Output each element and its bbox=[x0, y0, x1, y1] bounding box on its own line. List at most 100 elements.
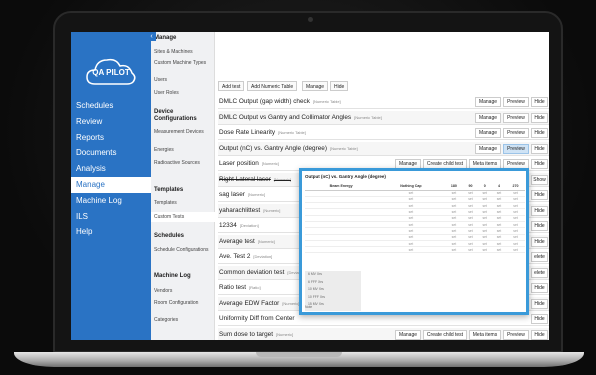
hide-button[interactable]: Hide bbox=[531, 159, 548, 169]
submenu-item-users[interactable]: Users bbox=[154, 77, 214, 83]
preview-button[interactable]: Preview bbox=[503, 329, 529, 340]
submenu-section-device-configurations: Device Configurations bbox=[154, 109, 197, 122]
test-type: [Deviation] bbox=[253, 254, 273, 259]
test-name[interactable]: Average EDW Factor [Numeric] bbox=[219, 300, 299, 307]
hide-button[interactable]: Hide bbox=[531, 205, 548, 216]
test-row: DMLC Output (gap width) check [Numeric Ta… bbox=[218, 95, 549, 109]
test-row: Output (nC) vs. Gantry Angle (degree) [Nu… bbox=[218, 141, 549, 156]
preview-button[interactable]: Preview bbox=[503, 128, 529, 138]
test-type: [Deviation] bbox=[239, 223, 259, 228]
hide-button[interactable]: Hide bbox=[531, 298, 548, 309]
test-name[interactable]: Uniformity Diff from Center bbox=[219, 315, 295, 322]
test-name[interactable]: Average test [Numeric] bbox=[219, 238, 275, 245]
submenu-item-custom-tests[interactable]: Custom Tests bbox=[151, 212, 215, 222]
preview-footer: Note bbox=[305, 305, 313, 309]
submenu-item-energies[interactable]: Energies bbox=[154, 147, 214, 153]
test-name[interactable]: Dose Rate Linearity [Numeric Table] bbox=[219, 129, 306, 136]
nav-item-manage[interactable]: Manage bbox=[71, 176, 151, 193]
toolbar-add-numeric-table-button[interactable]: Add Numeric Table bbox=[247, 81, 298, 91]
hide-button[interactable]: Hide bbox=[531, 283, 548, 293]
hide-button[interactable]: Hide bbox=[531, 314, 548, 324]
submenu-item-measurement-devices[interactable]: Measurement Devices bbox=[154, 129, 214, 135]
toolbar-manage-button[interactable]: Manage bbox=[302, 81, 329, 91]
elete-button[interactable]: elete bbox=[531, 267, 548, 278]
laptop-bezel: QA PILOT Schedules Review Reports Documents… bbox=[53, 11, 563, 353]
nav-item-review[interactable]: Review bbox=[71, 114, 151, 130]
meta-items-button[interactable]: Meta items bbox=[469, 329, 501, 340]
submenu-item-categories[interactable]: Categories bbox=[154, 317, 214, 323]
submenu-item-custom-machine-types[interactable]: Custom Machine Types bbox=[154, 60, 214, 66]
preview-table: Beam Energy Nothing Cap 180 90 0 4 270 set set se… bbox=[305, 183, 525, 254]
nav-item-reports[interactable]: Reports bbox=[71, 130, 151, 146]
preview-column-header: Beam Energy bbox=[305, 183, 378, 191]
nav-item-ils[interactable]: ILS bbox=[71, 209, 151, 225]
laptop-notch bbox=[256, 352, 342, 357]
toolbar-add-test-button[interactable]: Add test bbox=[218, 81, 245, 91]
nav-item-help[interactable]: Help bbox=[71, 224, 151, 240]
test-name[interactable]: Common deviation test [Deviation] bbox=[219, 269, 306, 276]
submenu-section-schedules: Schedules bbox=[154, 233, 185, 239]
test-name[interactable]: DMLC Output vs Gantry and Collimator Ang… bbox=[219, 114, 382, 121]
custom-tests-panel: Add test Add Numeric Table Manage Hide DMLC… bbox=[215, 32, 549, 340]
submenu-item-sites-machines[interactable]: Sites & Machines bbox=[154, 49, 214, 55]
submenu-item-room-configuration[interactable]: Room Configuration bbox=[154, 300, 214, 306]
preview-button[interactable]: Preview bbox=[503, 97, 529, 107]
hide-button[interactable]: Hide bbox=[531, 143, 548, 154]
preview-column-header: 180 bbox=[444, 183, 464, 191]
energy-item: 10 MV Xrs bbox=[308, 287, 324, 291]
preview-button[interactable]: Preview bbox=[503, 143, 529, 154]
hide-button[interactable]: Hide bbox=[531, 329, 548, 340]
preview-title: Output (nC) vs. Gantry Angle (degree) bbox=[305, 174, 386, 179]
test-name[interactable]: Ave. Test 2 [Deviation] bbox=[219, 253, 272, 260]
create-child-test-button[interactable]: Create child test bbox=[423, 329, 467, 340]
hide-button[interactable]: Hide bbox=[531, 190, 548, 200]
test-name[interactable]: Right Lateral laser [Numeric] bbox=[219, 176, 291, 183]
preview-column-header: Nothing Cap bbox=[377, 183, 445, 191]
preview-button[interactable]: Preview bbox=[503, 112, 529, 123]
submenu-item-user-roles[interactable]: User Roles bbox=[154, 90, 214, 96]
test-type: [Numeric] bbox=[276, 331, 294, 337]
manage-button[interactable]: Manage bbox=[475, 97, 501, 107]
manage-button[interactable]: Manage bbox=[475, 143, 501, 154]
test-type: [Numeric Table] bbox=[354, 114, 382, 120]
submenu-item-templates[interactable]: Templates bbox=[154, 200, 214, 206]
test-type: [Numeric] bbox=[282, 300, 300, 306]
hide-button[interactable]: Hide bbox=[531, 236, 548, 247]
preview-popover: Output (nC) vs. Gantry Angle (degree) Be… bbox=[299, 168, 529, 315]
qa-pilot-logo[interactable]: QA PILOT bbox=[85, 52, 137, 92]
submenu-item-radioactive-sources[interactable]: Radioactive Sources bbox=[154, 160, 214, 166]
test-type: [Numeric] bbox=[257, 238, 275, 244]
hide-button[interactable]: Hide bbox=[531, 112, 548, 123]
hide-button[interactable]: Hide bbox=[531, 128, 548, 138]
collapse-chevron-icon[interactable]: ‹ bbox=[147, 32, 156, 41]
logo-text: QA PILOT bbox=[92, 68, 130, 77]
test-name[interactable]: yaharachlittest [Numeric] bbox=[219, 207, 280, 214]
hide-button[interactable]: Hide bbox=[531, 97, 548, 107]
hide-button[interactable]: Hide bbox=[531, 221, 548, 231]
test-name[interactable]: Laser position [Numeric] bbox=[219, 160, 279, 167]
nav-item-documents[interactable]: Documents bbox=[71, 145, 151, 161]
test-name[interactable]: 12334 [Deviation] bbox=[219, 222, 259, 229]
test-name[interactable]: sag laser [Numeric] bbox=[219, 191, 265, 198]
preview-cell bbox=[305, 246, 378, 254]
manage-button[interactable]: Manage bbox=[475, 128, 501, 138]
test-type: [Numeric] bbox=[273, 176, 291, 182]
submenu-item-vendors[interactable]: Vendors bbox=[154, 288, 214, 294]
test-name[interactable]: DMLC Output (gap width) check [Numeric Ta… bbox=[219, 98, 341, 105]
preview-cell: set bbox=[463, 246, 478, 254]
show-button[interactable]: Show bbox=[531, 174, 548, 185]
nav-item-machine-log[interactable]: Machine Log bbox=[71, 193, 151, 209]
test-name[interactable]: Output (nC) vs. Gantry Angle (degree) [Nu… bbox=[219, 145, 358, 152]
preview-cell: set bbox=[377, 246, 445, 254]
preview-cell: set bbox=[506, 246, 525, 254]
elete-button[interactable]: elete bbox=[531, 252, 548, 262]
test-name[interactable]: Sum dose to target [Numeric] bbox=[219, 331, 293, 338]
submenu-item-schedule-configurations[interactable]: Schedule Configurations bbox=[154, 247, 214, 253]
manage-button[interactable]: Manage bbox=[475, 112, 501, 123]
preview-column-header: 0 bbox=[477, 183, 492, 191]
test-name[interactable]: Ratio test [Ratio] bbox=[219, 284, 261, 291]
toolbar-hide-button[interactable]: Hide bbox=[330, 81, 349, 91]
manage-button[interactable]: Manage bbox=[395, 329, 421, 340]
nav-item-schedules[interactable]: Schedules bbox=[71, 98, 151, 114]
nav-item-analysis[interactable]: Analysis bbox=[71, 161, 151, 177]
